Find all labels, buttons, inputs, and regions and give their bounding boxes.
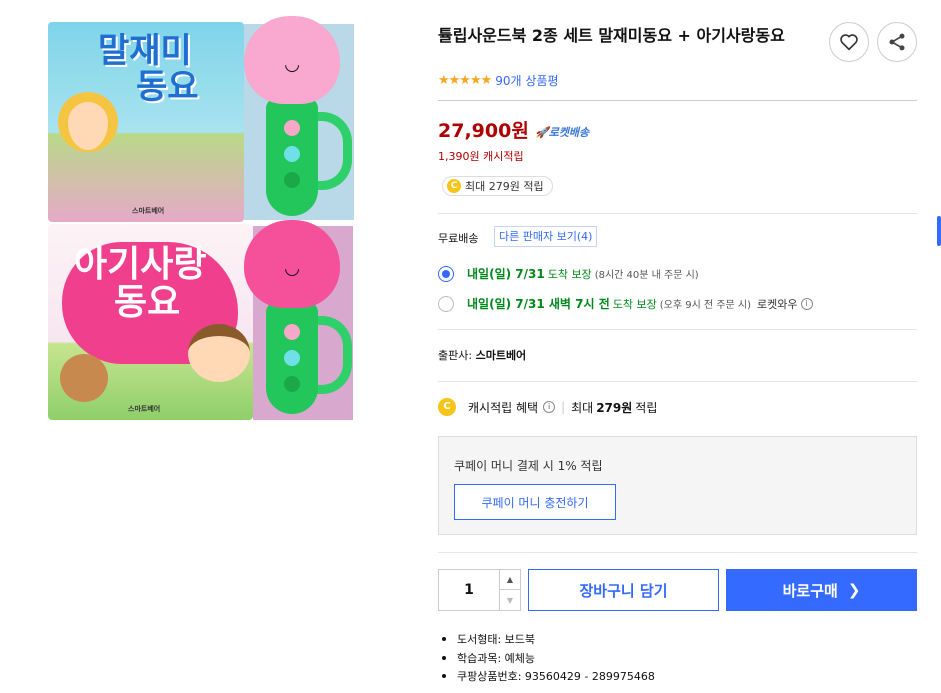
quantity-stepper[interactable]: 1 ▲ ▼ <box>438 569 521 611</box>
cash-benefit-amount: 279원 <box>596 400 633 415</box>
product-title: 튤립사운드북 2종 세트 말재미동요 + 아기사랑동요 <box>438 26 785 45</box>
mic-head: ◡ <box>244 16 340 104</box>
cash-benefit-row: C 캐시적립 혜택 i | 최대 279원 적립 <box>438 398 657 416</box>
cash-reward-pill: C 최대 279원 적립 <box>442 176 553 196</box>
delivery-note: (오후 9시 전 주문 시) <box>659 300 752 311</box>
mic-button <box>284 350 300 366</box>
star-rating-icon: ★★★★★ <box>438 73 492 88</box>
coupay-money-box: 쿠페이 머니 결제 시 1% 적립 쿠페이 머니 충전하기 <box>438 436 917 535</box>
scrollbar[interactable] <box>937 216 941 246</box>
publisher-mark: 스마트베어 <box>128 405 161 413</box>
quantity-decrease-button[interactable]: ▼ <box>499 590 520 610</box>
mic-button <box>284 172 300 188</box>
rocket-wow-label: 로켓와우 <box>757 297 798 311</box>
smile-face: ◡ <box>285 258 299 279</box>
mic-handle <box>266 302 318 414</box>
quantity-increase-button[interactable]: ▲ <box>499 570 520 590</box>
list-item: 도서형태: 보드북 <box>438 630 655 649</box>
add-to-cart-button[interactable]: 장바구니 담기 <box>528 569 719 611</box>
publisher-label: 출판사: <box>438 349 473 362</box>
divider <box>438 100 917 101</box>
info-icon[interactable]: i <box>543 401 556 413</box>
mic-button <box>284 324 300 340</box>
free-shipping-label: 무료배송 <box>438 232 479 245</box>
info-icon[interactable]: i <box>800 297 813 310</box>
cash-reward-text: 1,390원 캐시적립 <box>438 150 524 163</box>
mic-button <box>284 376 300 392</box>
wishlist-button[interactable] <box>829 22 869 62</box>
publisher-info: 출판사: 스마트베어 <box>438 347 526 363</box>
divider <box>438 213 917 214</box>
delivery-option-1[interactable]: 내일(일) 7/31 도착 보장 (8시간 40분 내 주문 시) <box>438 265 699 282</box>
share-icon <box>889 33 905 51</box>
mic-button <box>284 120 300 136</box>
buy-now-button[interactable]: 바로구매 ❯ <box>726 569 917 611</box>
list-item: 학습과목: 예체능 <box>438 649 655 668</box>
divider <box>438 381 917 382</box>
cash-reward-pill-label: 최대 279원 적립 <box>465 180 544 193</box>
cash-benefit-label: 캐시적립 혜택 <box>468 400 539 415</box>
coupay-charge-button[interactable]: 쿠페이 머니 충전하기 <box>454 484 616 520</box>
radio-unselected[interactable] <box>438 295 454 312</box>
book-title-art: 아기사랑 동요 <box>74 244 207 323</box>
book-cover-maljaemi: 말재미 동요 스마트베어 <box>48 22 244 222</box>
quantity-input[interactable]: 1 <box>439 570 499 610</box>
book-title-art: 말재미 동요 <box>98 31 199 107</box>
rocket-delivery-badge: 🚀로켓배송 <box>535 126 590 139</box>
delivery-date: 내일(일) 7/31 <box>467 267 545 281</box>
delivery-guarantee: 도착 보장 <box>612 297 657 311</box>
coin-icon: C <box>438 398 456 416</box>
divider <box>438 329 917 330</box>
list-item: 쿠팡상품번호: 93560429 - 289975468 <box>438 667 655 686</box>
coin-icon: C <box>447 179 461 193</box>
product-image[interactable]: 말재미 동요 스마트베어 아기사랑 동요 스마트베어 ◡ ◡ <box>48 16 358 422</box>
radio-selected[interactable] <box>438 265 454 282</box>
sale-price: 27,900원 <box>438 120 529 142</box>
rating[interactable]: ★★★★★ 90개 상품평 <box>438 72 559 89</box>
smile-face: ◡ <box>285 54 299 75</box>
baby-illustration <box>188 324 250 382</box>
other-sellers-button[interactable]: 다른 판매자 보기(4) <box>494 226 598 247</box>
book-cover-agisarang: 아기사랑 동요 스마트베어 <box>48 224 253 420</box>
delivery-date: 내일(일) 7/31 새벽 7시 전 <box>467 297 610 311</box>
chevron-right-icon: ❯ <box>847 581 861 599</box>
heart-icon <box>840 34 858 51</box>
product-attributes: 도서형태: 보드북 학습과목: 예체능 쿠팡상품번호: 93560429 - 2… <box>438 630 655 686</box>
puppy-illustration <box>60 354 108 402</box>
cash-benefit-suffix: 적립 <box>635 400 658 415</box>
divider <box>438 552 917 553</box>
coupay-reward-text: 쿠페이 머니 결제 시 1% 적립 <box>454 459 603 473</box>
mic-button <box>284 146 300 162</box>
delivery-note: (8시간 40분 내 주문 시) <box>594 270 699 281</box>
delivery-guarantee: 도착 보장 <box>547 267 592 281</box>
review-count-link[interactable]: 90개 상품평 <box>495 72 558 89</box>
mic-head: ◡ <box>244 220 340 308</box>
publisher-mark: 스마트베어 <box>132 207 165 215</box>
share-button[interactable] <box>877 22 917 62</box>
separator: | <box>561 400 566 414</box>
girl-illustration <box>58 92 118 152</box>
cash-benefit-prefix: 최대 <box>571 400 594 415</box>
mic-handle <box>266 98 318 216</box>
delivery-option-2[interactable]: 내일(일) 7/31 새벽 7시 전 도착 보장 (오후 9시 전 주문 시) … <box>438 295 813 312</box>
buy-now-label: 바로구매 <box>782 581 838 600</box>
publisher-name: 스마트베어 <box>475 349 527 362</box>
